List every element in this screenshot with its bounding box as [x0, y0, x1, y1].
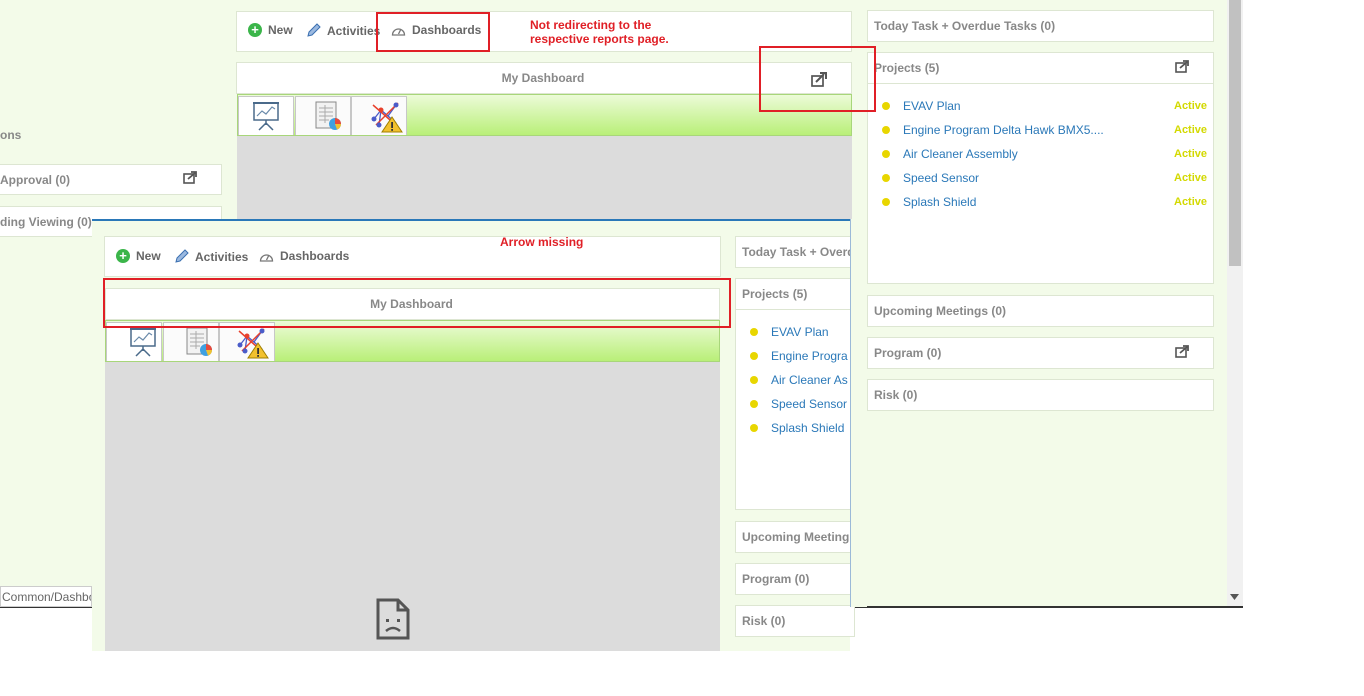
inset-program-title: Program (0) [742, 572, 810, 586]
activities-button[interactable]: Activities [306, 23, 380, 38]
project-status: Active [1174, 172, 1208, 184]
annotation-box-my-dashboard [103, 278, 731, 328]
annotation-arrow-missing: Arrow missing [500, 235, 584, 249]
project-link[interactable]: Splash Shield [903, 195, 976, 209]
risk-title: Risk (0) [874, 388, 918, 402]
broken-file-icon [376, 598, 410, 640]
today-tasks-title: Today Task + Overdue Tasks (0) [874, 19, 1056, 33]
spreadsheet-pie-icon [315, 101, 341, 130]
approval-title: Approval (0) [0, 173, 71, 187]
new-label: New [136, 249, 161, 263]
pencil-icon [175, 249, 189, 263]
inset-project-item[interactable]: Engine Progra [750, 349, 848, 363]
status-dot [750, 400, 758, 408]
tab-risk-network[interactable] [351, 96, 407, 135]
status-dot [750, 328, 758, 336]
status-dot [882, 150, 890, 158]
inset-project-item[interactable]: Splash Shield [750, 421, 844, 435]
dashboards-label: Dashboards [280, 249, 350, 263]
inset-today-tasks-title: Today Task + Overd [742, 245, 855, 259]
inset-dashboard-content [105, 362, 720, 651]
project-link[interactable]: Air Cleaner Assembly [903, 147, 1018, 161]
tab-reports[interactable] [295, 96, 351, 135]
project-item[interactable]: Splash Shield [882, 195, 976, 209]
my-dashboard-title: My Dashboard [501, 71, 585, 85]
pending-viewing-title: ding Viewing (0) [0, 215, 92, 229]
project-status: Active [1174, 124, 1208, 136]
scroll-down-arrow-icon[interactable] [1230, 594, 1239, 600]
status-dot [750, 352, 758, 360]
url-bar-fragment: Common/Dashbo [0, 586, 92, 607]
inset-dashboards-button[interactable]: Dashboards [259, 249, 349, 263]
annotation-box-dashboards [376, 12, 490, 52]
inset-projects-divider [736, 309, 850, 310]
activities-label: Activities [195, 249, 249, 264]
inset-project-item[interactable]: Speed Sensor [750, 397, 847, 411]
project-item[interactable]: EVAV Plan [882, 99, 961, 113]
project-link[interactable]: EVAV Plan [903, 99, 961, 113]
project-status: Active [1174, 100, 1208, 112]
plus-circle-icon: + [248, 23, 262, 37]
status-dot [882, 198, 890, 206]
project-link[interactable]: Air Cleaner As [771, 373, 848, 387]
risk-panel [867, 379, 1214, 411]
presentation-chart-icon [253, 102, 279, 131]
project-item[interactable]: Engine Program Delta Hawk BMX5.... [882, 123, 1104, 137]
project-link[interactable]: Engine Program Delta Hawk BMX5.... [903, 123, 1104, 137]
inset-projects-title: Projects (5) [742, 287, 808, 301]
program-title: Program (0) [874, 346, 942, 360]
network-warning-icon [237, 328, 269, 359]
export-icon[interactable] [183, 171, 197, 184]
pencil-icon [307, 23, 321, 37]
inset-activities-button[interactable]: Activities [174, 249, 248, 264]
project-item[interactable]: Speed Sensor [882, 171, 979, 185]
left-section-heading: ons [0, 128, 22, 142]
inset-project-item[interactable]: Air Cleaner As [750, 373, 848, 387]
export-icon[interactable] [1175, 345, 1189, 358]
project-link[interactable]: Engine Progra [771, 349, 848, 363]
status-dot [882, 126, 890, 134]
speedometer-icon [259, 253, 274, 262]
export-icon[interactable] [1175, 60, 1189, 73]
project-link[interactable]: Splash Shield [771, 421, 844, 435]
inset-projects-panel [735, 278, 855, 510]
annotation-redirect-line1: Not redirecting to the [530, 18, 652, 32]
projects-header-divider [868, 83, 1213, 84]
inset-crop-edge [850, 219, 867, 607]
project-status: Active [1174, 148, 1208, 160]
network-warning-icon [371, 102, 403, 133]
project-link[interactable]: Speed Sensor [771, 397, 847, 411]
tab-charts[interactable] [238, 96, 294, 135]
activities-label: Activities [327, 23, 381, 38]
plus-circle-icon: + [116, 249, 130, 263]
status-dot [750, 376, 758, 384]
status-dot [882, 174, 890, 182]
project-item[interactable]: Air Cleaner Assembly [882, 147, 1018, 161]
annotation-redirect-line2: respective reports page. [530, 32, 669, 46]
status-dot [882, 102, 890, 110]
presentation-chart-icon [130, 328, 156, 357]
project-status: Active [1174, 196, 1208, 208]
dashboard-content-area [237, 136, 852, 220]
scrollbar-thumb[interactable] [1229, 0, 1241, 266]
spreadsheet-pie-icon [186, 327, 212, 356]
inset-upcoming-title: Upcoming Meeting [742, 530, 850, 544]
new-label: New [268, 23, 293, 37]
status-dot [750, 424, 758, 432]
inset-new-button[interactable]: + New [116, 249, 161, 263]
projects-panel [867, 52, 1214, 284]
project-link[interactable]: EVAV Plan [771, 325, 829, 339]
project-link[interactable]: Speed Sensor [903, 171, 979, 185]
annotation-box-export [759, 46, 876, 112]
inset-project-item[interactable]: EVAV Plan [750, 325, 829, 339]
new-button[interactable]: + New [248, 23, 293, 37]
inset-risk-title: Risk (0) [742, 614, 786, 628]
projects-title: Projects (5) [874, 61, 940, 75]
upcoming-meetings-title: Upcoming Meetings (0) [874, 304, 1007, 318]
